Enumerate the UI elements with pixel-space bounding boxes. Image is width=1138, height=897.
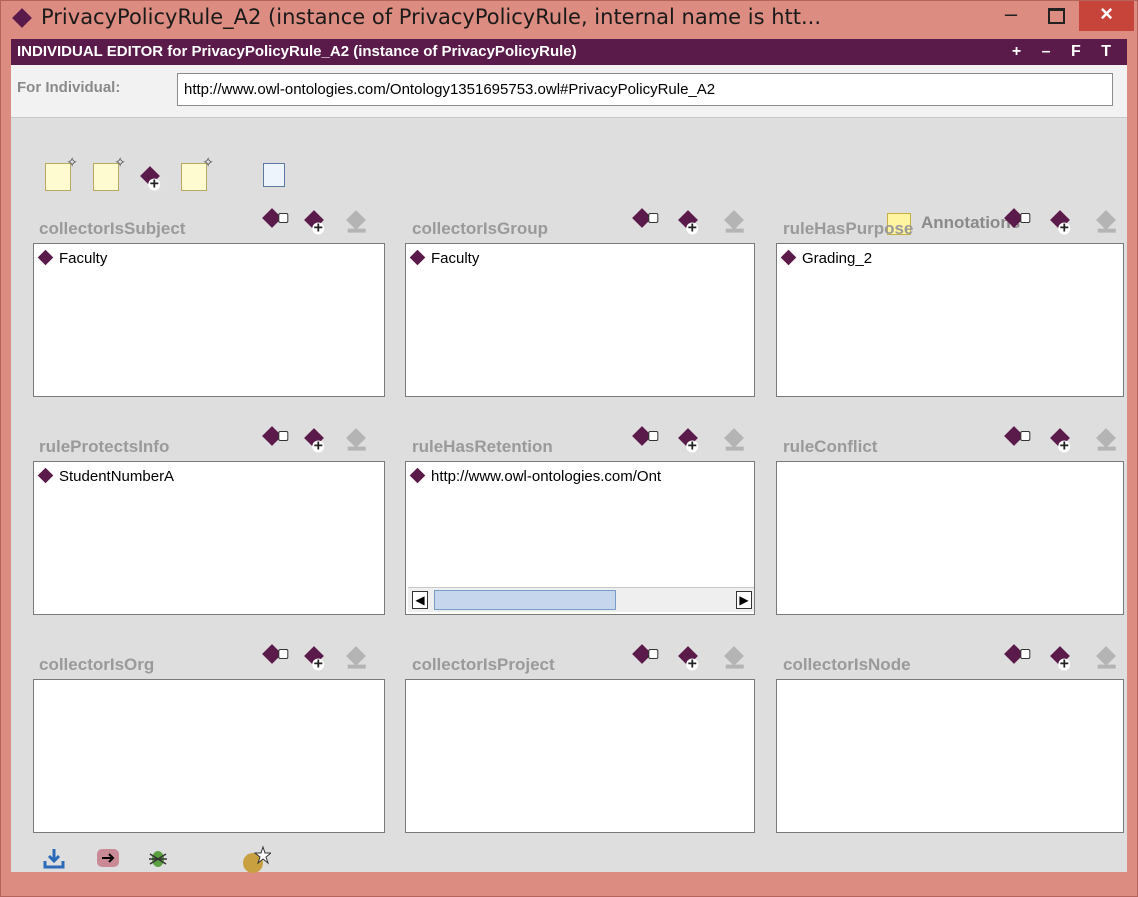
bug-icon[interactable] bbox=[145, 845, 171, 871]
horizontal-scrollbar[interactable]: ◀ ▶ bbox=[408, 587, 754, 612]
value-list-collectorIsSubject[interactable]: Faculty bbox=[33, 243, 385, 397]
editor-header: INDIVIDUAL EDITOR for PrivacyPolicyRule_… bbox=[11, 39, 1127, 65]
create-value-icon[interactable] bbox=[632, 644, 652, 664]
list-item-label: Grading_2 bbox=[802, 250, 873, 267]
list-item[interactable]: Faculty bbox=[409, 249, 480, 268]
maximize-icon bbox=[1047, 8, 1065, 24]
add-value-icon[interactable] bbox=[304, 210, 324, 230]
editor-content: INDIVIDUAL EDITOR for PrivacyPolicyRule_… bbox=[11, 39, 1127, 873]
editor-header-title: INDIVIDUAL EDITOR for PrivacyPolicyRule_… bbox=[17, 43, 577, 60]
panel-label-ruleProtectsInfo: ruleProtectsInfo bbox=[39, 437, 170, 456]
add-value-icon[interactable] bbox=[1050, 646, 1070, 666]
create-value-icon[interactable] bbox=[1004, 426, 1024, 446]
create-value-icon[interactable] bbox=[262, 426, 282, 446]
remove-value-icon[interactable] bbox=[1096, 428, 1116, 448]
value-list-ruleHasRetention[interactable]: http://www.owl-ontologies.com/Ont ◀ ▶ bbox=[405, 461, 755, 615]
remove-value-icon[interactable] bbox=[346, 428, 366, 448]
create-value-icon[interactable] bbox=[262, 644, 282, 664]
create-value-icon[interactable] bbox=[632, 208, 652, 228]
remove-value-icon[interactable] bbox=[1096, 646, 1116, 666]
panel-label-collectorIsGroup: collectorIsGroup bbox=[412, 219, 549, 238]
value-list-collectorIsGroup[interactable]: Faculty bbox=[405, 243, 755, 397]
list-item[interactable]: Faculty bbox=[37, 249, 108, 268]
close-button[interactable]: × bbox=[1079, 1, 1134, 31]
new-instance-icon[interactable] bbox=[241, 845, 273, 873]
individual-editor-window: PrivacyPolicyRule_A2 (instance of Privac… bbox=[0, 0, 1138, 897]
list-item[interactable]: Grading_2 bbox=[780, 249, 873, 268]
list-item[interactable]: StudentNumberA bbox=[37, 467, 175, 486]
arrow-right-icon[interactable] bbox=[95, 845, 121, 871]
list-item-label: http://www.owl-ontologies.com/Ont bbox=[431, 468, 662, 485]
list-item-label: Faculty bbox=[431, 250, 480, 267]
window-title: PrivacyPolicyRule_A2 (instance of Privac… bbox=[41, 5, 822, 29]
scroll-left-icon[interactable]: ◀ bbox=[412, 591, 428, 609]
title-bar[interactable]: PrivacyPolicyRule_A2 (instance of Privac… bbox=[1, 1, 1137, 39]
add-value-icon[interactable] bbox=[304, 428, 324, 448]
individual-diamond-icon bbox=[37, 249, 54, 266]
panel-label-collectorIsProject: collectorIsProject bbox=[412, 655, 555, 674]
panel-label-collectorIsOrg: collectorIsOrg bbox=[39, 655, 155, 674]
panel-label-ruleConflict: ruleConflict bbox=[783, 437, 878, 456]
list-item-label: StudentNumberA bbox=[59, 468, 175, 485]
value-list-collectorIsNode[interactable] bbox=[776, 679, 1124, 833]
import-icon[interactable] bbox=[41, 845, 67, 871]
value-list-ruleProtectsInfo[interactable]: StudentNumberA bbox=[33, 461, 385, 615]
add-value-icon[interactable] bbox=[1050, 210, 1070, 230]
list-item-label: Faculty bbox=[59, 250, 108, 267]
panel-label-ruleHasRetention: ruleHasRetention bbox=[412, 437, 553, 456]
individual-diamond-icon bbox=[12, 8, 32, 28]
value-list-ruleConflict[interactable] bbox=[776, 461, 1124, 615]
individual-diamond-icon bbox=[37, 467, 54, 484]
add-value-icon[interactable] bbox=[678, 428, 698, 448]
maximize-button[interactable] bbox=[1034, 1, 1078, 31]
remove-value-icon[interactable] bbox=[724, 646, 744, 666]
individual-diamond-icon bbox=[409, 467, 426, 484]
add-value-icon[interactable] bbox=[1050, 428, 1070, 448]
create-value-icon[interactable] bbox=[632, 426, 652, 446]
diamond-add-glyph bbox=[140, 166, 160, 186]
remove-value-icon[interactable] bbox=[346, 646, 366, 666]
remove-value-icon[interactable] bbox=[724, 428, 744, 448]
for-individual-label: For Individual: bbox=[17, 79, 121, 96]
add-value-icon[interactable] bbox=[304, 646, 324, 666]
remove-value-icon[interactable] bbox=[346, 210, 366, 230]
value-list-collectorIsOrg[interactable] bbox=[33, 679, 385, 833]
properties-panel-icon[interactable] bbox=[263, 163, 285, 187]
value-list-collectorIsProject[interactable] bbox=[405, 679, 755, 833]
for-individual-field[interactable] bbox=[177, 73, 1113, 106]
create-instance-icon[interactable] bbox=[137, 163, 163, 191]
list-item[interactable]: http://www.owl-ontologies.com/Ont bbox=[409, 467, 662, 486]
delete-document-icon[interactable] bbox=[181, 154, 214, 191]
panel-label-collectorIsSubject: collectorIsSubject bbox=[39, 219, 186, 238]
create-value-icon[interactable] bbox=[262, 208, 282, 228]
add-value-icon[interactable] bbox=[678, 210, 698, 230]
minimize-button[interactable]: – bbox=[989, 1, 1033, 31]
panel-label-collectorIsNode: collectorIsNode bbox=[783, 655, 911, 674]
individual-diamond-icon bbox=[409, 249, 426, 266]
scroll-right-icon[interactable]: ▶ bbox=[736, 591, 752, 609]
create-value-icon[interactable] bbox=[1004, 644, 1024, 664]
individual-diamond-icon bbox=[780, 249, 797, 266]
new-document-icon[interactable] bbox=[45, 154, 78, 191]
new-document-ds-icon[interactable] bbox=[93, 154, 126, 191]
remove-value-icon[interactable] bbox=[724, 210, 744, 230]
add-value-icon[interactable] bbox=[678, 646, 698, 666]
remove-value-icon[interactable] bbox=[1096, 210, 1116, 230]
header-tools[interactable]: + – F T bbox=[1012, 39, 1119, 65]
scroll-thumb[interactable] bbox=[434, 590, 616, 610]
value-list-ruleHasPurpose[interactable]: Grading_2 bbox=[776, 243, 1124, 397]
panel-label-ruleHasPurpose: ruleHasPurpose bbox=[783, 219, 914, 238]
for-individual-row: For Individual: bbox=[11, 65, 1127, 118]
